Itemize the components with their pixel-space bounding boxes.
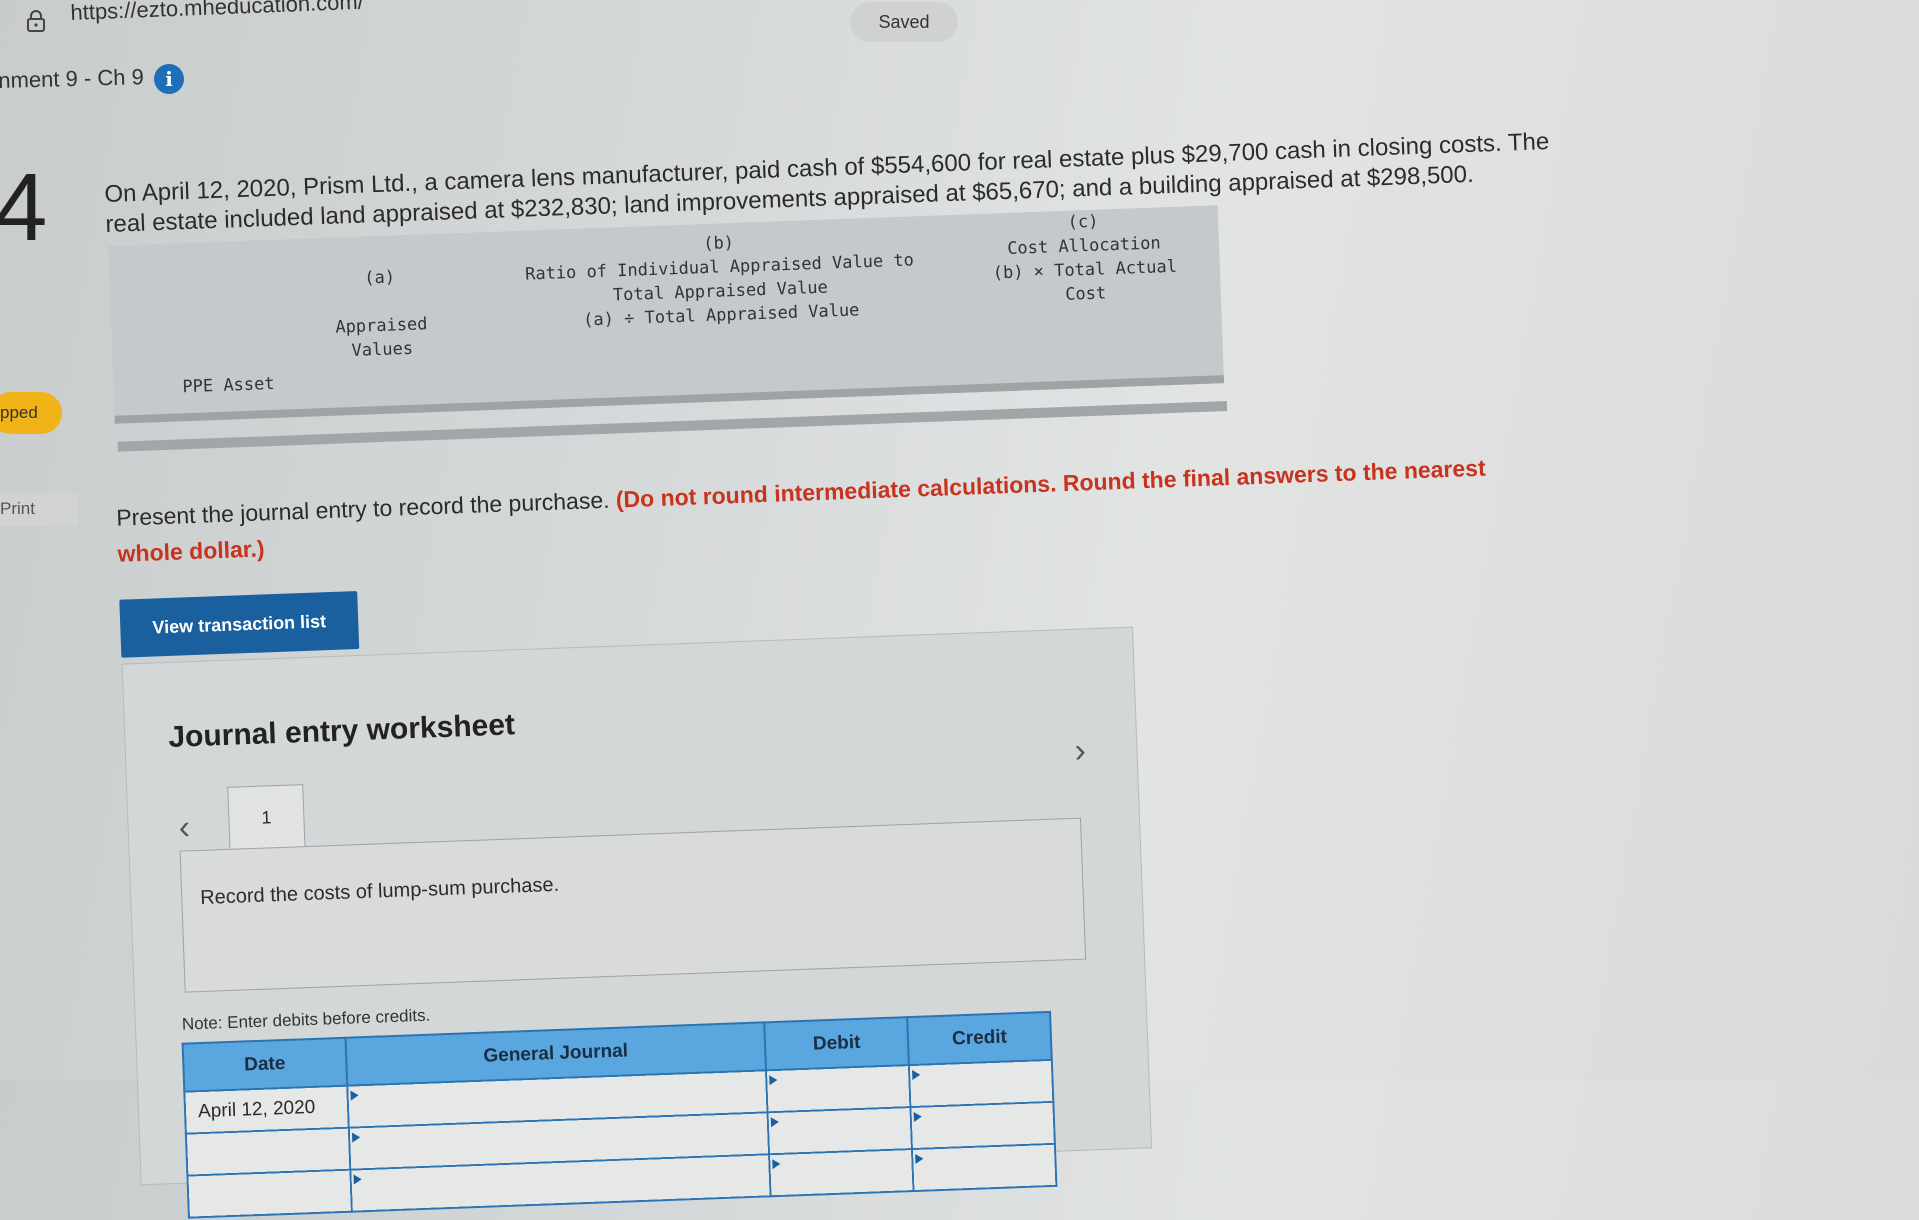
date-column-header: Date [182, 1037, 348, 1092]
lock-icon [27, 10, 45, 32]
credit-input[interactable] [908, 1059, 1054, 1108]
column-header-appraised-values: (a) Appraised Values [335, 267, 428, 362]
debit-input[interactable] [766, 1065, 911, 1113]
worksheet-title: Journal entry worksheet [167, 708, 516, 755]
credit-column-header: Credit [907, 1011, 1052, 1066]
saved-status-badge: Saved [850, 2, 958, 42]
chevron-left-icon[interactable]: ‹ [178, 808, 191, 847]
credit-input[interactable] [910, 1101, 1055, 1150]
instruction-text: Present the journal entry to record the … [116, 447, 1558, 572]
date-cell[interactable] [185, 1127, 351, 1176]
assignment-title: nment 9 - Ch 9 [0, 64, 145, 93]
skipped-badge[interactable]: pped [0, 392, 62, 434]
date-cell[interactable]: April 12, 2020 [184, 1085, 349, 1134]
debit-input[interactable] [769, 1149, 914, 1197]
column-header-cost-allocation: (c) Cost Allocation (b) × Total Actual C… [992, 211, 1178, 305]
worksheet-description: Record the costs of lump-sum purchase. [199, 873, 560, 909]
browser-address-bar[interactable]: https://ezto.mheducation.com/ [0, 0, 900, 40]
allocation-table-header: (a) Appraised Values (b) Ratio of Indivi… [108, 205, 1225, 424]
worksheet-description-box: Record the costs of lump-sum purchase. [179, 817, 1087, 993]
column-header-ratio: (b) Ratio of Individual Appraised Value … [524, 232, 915, 331]
chevron-right-icon[interactable]: › [1074, 731, 1087, 770]
view-transaction-list-button[interactable]: View transaction list [119, 591, 360, 658]
question-content: On April 12, 2020, Prism Ltd., a camera … [104, 128, 1637, 1218]
worksheet-tab-1[interactable]: 1 [227, 784, 306, 850]
debit-input[interactable] [767, 1107, 913, 1155]
instruction-main: Present the journal entry to record the … [115, 486, 610, 531]
date-cell[interactable] [187, 1169, 352, 1218]
question-number: 4 [0, 154, 48, 261]
journal-entry-table: Date General Journal Debit Credit April … [182, 1011, 1058, 1219]
print-button[interactable]: Print [0, 492, 78, 526]
journal-entry-worksheet: Journal entry worksheet › ‹ 1 Record the… [121, 626, 1153, 1218]
debit-column-header: Debit [764, 1017, 909, 1071]
debit-credit-note: Note: Enter debits before credits. [181, 1005, 431, 1034]
credit-input[interactable] [912, 1143, 1057, 1192]
url-text[interactable]: https://ezto.mheducation.com/ [70, 0, 364, 26]
column-header-ppe-asset: PPE Asset [182, 373, 275, 398]
info-icon[interactable]: i [154, 64, 184, 94]
